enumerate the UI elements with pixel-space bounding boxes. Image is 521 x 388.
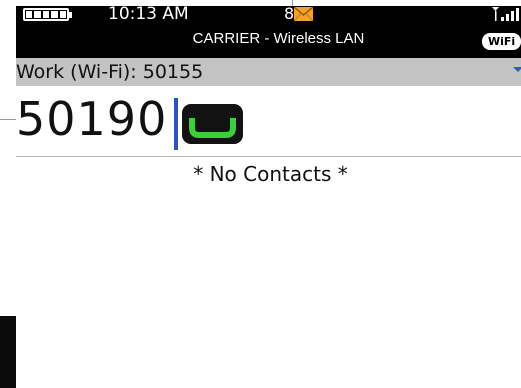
dial-row: 50190 [16, 86, 521, 157]
phone-screen: 10:13 AM 8 CARRIER - Wireless LAN WiFi W… [16, 6, 521, 388]
call-button[interactable] [182, 104, 243, 144]
background-panel [0, 316, 16, 388]
wifi-icon: WiFi [482, 33, 521, 50]
empty-contacts-message: * No Contacts * [193, 162, 348, 186]
message-count: 8 [284, 6, 295, 23]
phone-call-icon [189, 118, 236, 138]
text-cursor [174, 98, 178, 150]
signal-strength-icon [492, 7, 519, 21]
dial-input[interactable]: 50190 [16, 92, 167, 146]
background-divider [0, 119, 16, 120]
battery-icon [23, 8, 69, 21]
status-bar: 10:13 AM 8 CARRIER - Wireless LAN WiFi [16, 6, 521, 58]
phone-line-label[interactable]: Work (Wi-Fi): 50155 [16, 61, 203, 83]
phone-line-selector[interactable]: Work (Wi-Fi): 50155 [16, 58, 521, 86]
battery-tip [69, 12, 72, 18]
status-time: 10:13 AM [108, 6, 189, 24]
carrier-label: CARRIER - Wireless LAN [192, 30, 365, 47]
chevron-down-icon[interactable] [513, 67, 521, 72]
envelope-icon[interactable] [294, 7, 313, 21]
